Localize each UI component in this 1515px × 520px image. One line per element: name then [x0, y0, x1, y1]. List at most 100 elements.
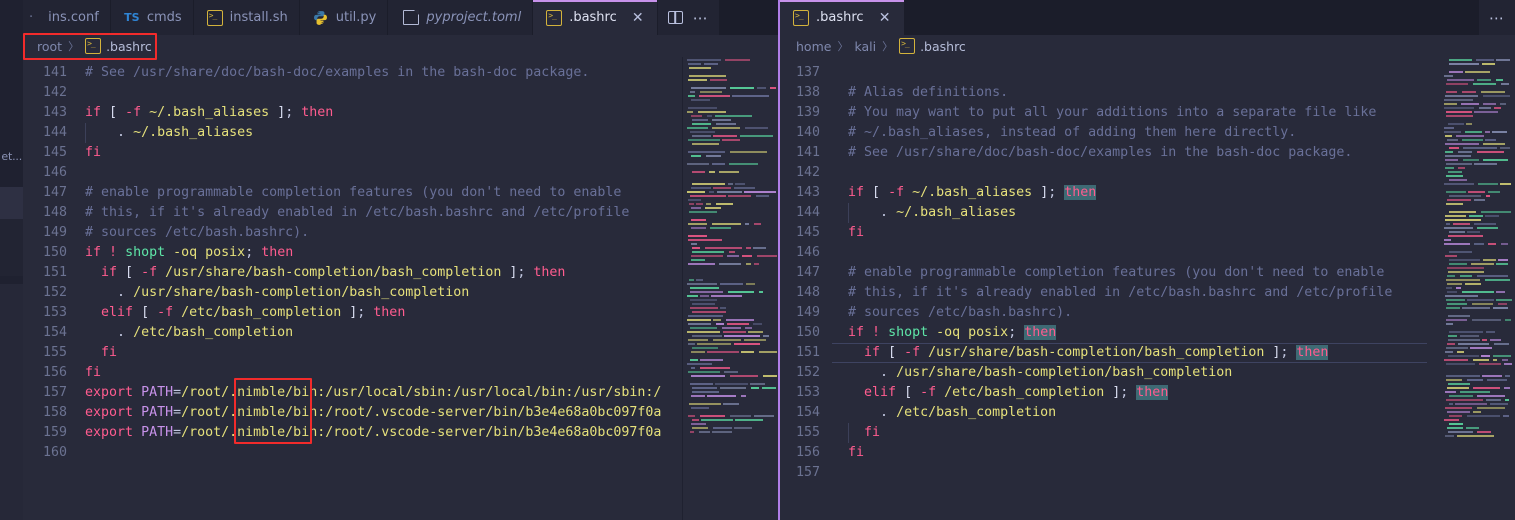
code-line[interactable]: 153 elif [ -f /etc/bash_completion ]; th…: [780, 383, 1515, 403]
close-icon[interactable]: ✕: [877, 10, 893, 26]
minimap-line: [1446, 203, 1463, 205]
tab-bashrc-left[interactable]: .bashrc ✕: [533, 0, 658, 35]
minimap-line: [687, 191, 705, 193]
minimap-line: [688, 199, 701, 201]
code-line[interactable]: 144 . ~/.bash_aliases: [23, 123, 780, 143]
tab-cmds[interactable]: TS cmds: [110, 0, 194, 35]
tab-pyproject-toml[interactable]: pyproject.toml: [388, 0, 534, 35]
code-line[interactable]: 158 export PATH=/root/.nimble/bin:/root/.…: [23, 403, 780, 423]
minimap-line: [713, 187, 731, 189]
code-line[interactable]: 149 # sources /etc/bash.bashrc).: [780, 303, 1515, 323]
code-content-left[interactable]: 141 # See /usr/share/doc/bash-doc/example…: [23, 57, 780, 520]
breadcrumb-mid[interactable]: kali: [854, 39, 876, 54]
code-line[interactable]: 157: [780, 463, 1515, 483]
code-line[interactable]: 141 # See /usr/share/doc/bash-doc/example…: [23, 63, 780, 83]
tab-install-sh[interactable]: install.sh: [193, 0, 300, 35]
code-line[interactable]: 146: [780, 243, 1515, 263]
minimap-line: [744, 339, 766, 341]
code-line[interactable]: 159 export PATH=/root/.nimble/bin:/root/.…: [23, 423, 780, 443]
code-line[interactable]: 145 fi: [23, 143, 780, 163]
minimap-line: [1474, 223, 1496, 225]
code-token: if: [864, 345, 881, 360]
breadcrumb-file[interactable]: .bashrc: [106, 39, 152, 54]
code-line[interactable]: 154 . /etc/bash_completion: [780, 403, 1515, 423]
code-line[interactable]: 148 # this, if it's already enabled in /e…: [780, 283, 1515, 303]
code-content-right[interactable]: 137 138 # Alias definitions. 139 # You may w…: [780, 57, 1515, 520]
minimap-line: [1446, 379, 1462, 381]
code-line[interactable]: 152 . /usr/share/bash-completion/bash_co…: [780, 363, 1515, 383]
editor-group-divider[interactable]: [778, 0, 780, 520]
minimap-line: [690, 359, 698, 361]
code-line[interactable]: 143 if [ -f ~/.bash_aliases ]; then: [780, 183, 1515, 203]
code-line[interactable]: 141 # See /usr/share/doc/bash-doc/example…: [780, 143, 1515, 163]
code-line[interactable]: 147 # enable programmable completion feat…: [780, 263, 1515, 283]
minimap-line: [1477, 395, 1505, 397]
code-line[interactable]: 142: [780, 163, 1515, 183]
code-line[interactable]: 137: [780, 63, 1515, 83]
code-line[interactable]: 146: [23, 163, 780, 183]
more-actions-icon[interactable]: ⋯: [693, 10, 709, 25]
minimap-line: [692, 391, 719, 393]
code-line[interactable]: 150 if ! shopt -oq posix; then: [780, 323, 1515, 343]
minimap-line: [1501, 243, 1508, 245]
minimap-left[interactable]: [683, 57, 780, 520]
rail-item-a[interactable]: [0, 219, 23, 276]
code-line[interactable]: 149 # sources /etc/bash.bashrc).: [23, 223, 780, 243]
tab-bashrc-right[interactable]: .bashrc ✕: [780, 0, 905, 35]
more-actions-icon[interactable]: ⋯: [1489, 10, 1505, 25]
breadcrumb-file[interactable]: .bashrc: [920, 39, 966, 54]
code-line[interactable]: 156 fi: [23, 363, 780, 383]
minimap-line: [729, 163, 758, 165]
minimap-line: [687, 363, 712, 365]
tab-overflow-indicator[interactable]: ·: [23, 0, 35, 35]
minimap-line: [692, 143, 719, 145]
minimap-line: [1502, 359, 1508, 361]
tab-util-py[interactable]: util.py: [299, 0, 389, 35]
code-line[interactable]: 142: [23, 83, 780, 103]
code-line[interactable]: 139 # You may want to put all your additi…: [780, 103, 1515, 123]
rail-item-selected[interactable]: [0, 187, 23, 219]
minimap-right[interactable]: [1440, 57, 1515, 520]
minimap-line: [1445, 255, 1457, 257]
editor-pane-right[interactable]: 137 138 # Alias definitions. 139 # You may w…: [780, 57, 1515, 520]
code-line[interactable]: 153 elif [ -f /etc/bash_completion ]; th…: [23, 303, 780, 323]
code-line[interactable]: 156 fi: [780, 443, 1515, 463]
breadcrumb-root[interactable]: home: [796, 39, 831, 54]
code-line[interactable]: 151 if [ -f /usr/share/bash-completion/b…: [780, 343, 1515, 363]
code-line[interactable]: 145 fi: [780, 223, 1515, 243]
code-line[interactable]: 155 fi: [23, 343, 780, 363]
minimap-line: [692, 347, 718, 349]
editor-pane-left[interactable]: 141 # See /usr/share/doc/bash-doc/example…: [23, 57, 780, 520]
minimap-line: [1446, 323, 1453, 325]
code-line[interactable]: 152 . /usr/share/bash-completion/bash_co…: [23, 283, 780, 303]
minimap-line: [730, 151, 767, 153]
minimap-line: [690, 327, 717, 329]
code-line[interactable]: 147 # enable programmable completion feat…: [23, 183, 780, 203]
code-line[interactable]: 148 # this, if it's already enabled in /e…: [23, 203, 780, 223]
code-token: fi: [848, 225, 865, 240]
breadcrumb-root[interactable]: root: [37, 39, 62, 54]
tab-ins-conf[interactable]: ins.conf: [35, 0, 111, 35]
code-line[interactable]: 138 # Alias definitions.: [780, 83, 1515, 103]
close-icon[interactable]: ✕: [630, 10, 646, 26]
code-line[interactable]: 150 if ! shopt -oq posix; then: [23, 243, 780, 263]
code-token: # Alias definitions.: [848, 85, 1009, 100]
minimap-line: [1490, 339, 1501, 341]
code-line[interactable]: 155 fi: [780, 423, 1515, 443]
code-line[interactable]: 143 if [ -f ~/.bash_aliases ]; then: [23, 103, 780, 123]
minimap-line: [1504, 363, 1512, 365]
code-line[interactable]: 144 . ~/.bash_aliases: [780, 203, 1515, 223]
code-line[interactable]: 151 if [ -f /usr/share/bash-completion/b…: [23, 263, 780, 283]
code-line[interactable]: 154 . /etc/bash_completion: [23, 323, 780, 343]
minimap-line: [1460, 335, 1479, 337]
rail-item-b[interactable]: [0, 284, 23, 520]
code-line[interactable]: 157 export PATH=/root/.nimble/bin:/usr/lo…: [23, 383, 780, 403]
code-line[interactable]: 140 # ~/.bash_aliases, instead of adding …: [780, 123, 1515, 143]
split-editor-icon[interactable]: [667, 11, 683, 24]
code-line[interactable]: 160: [23, 443, 780, 463]
line-number: 160: [42, 445, 67, 460]
